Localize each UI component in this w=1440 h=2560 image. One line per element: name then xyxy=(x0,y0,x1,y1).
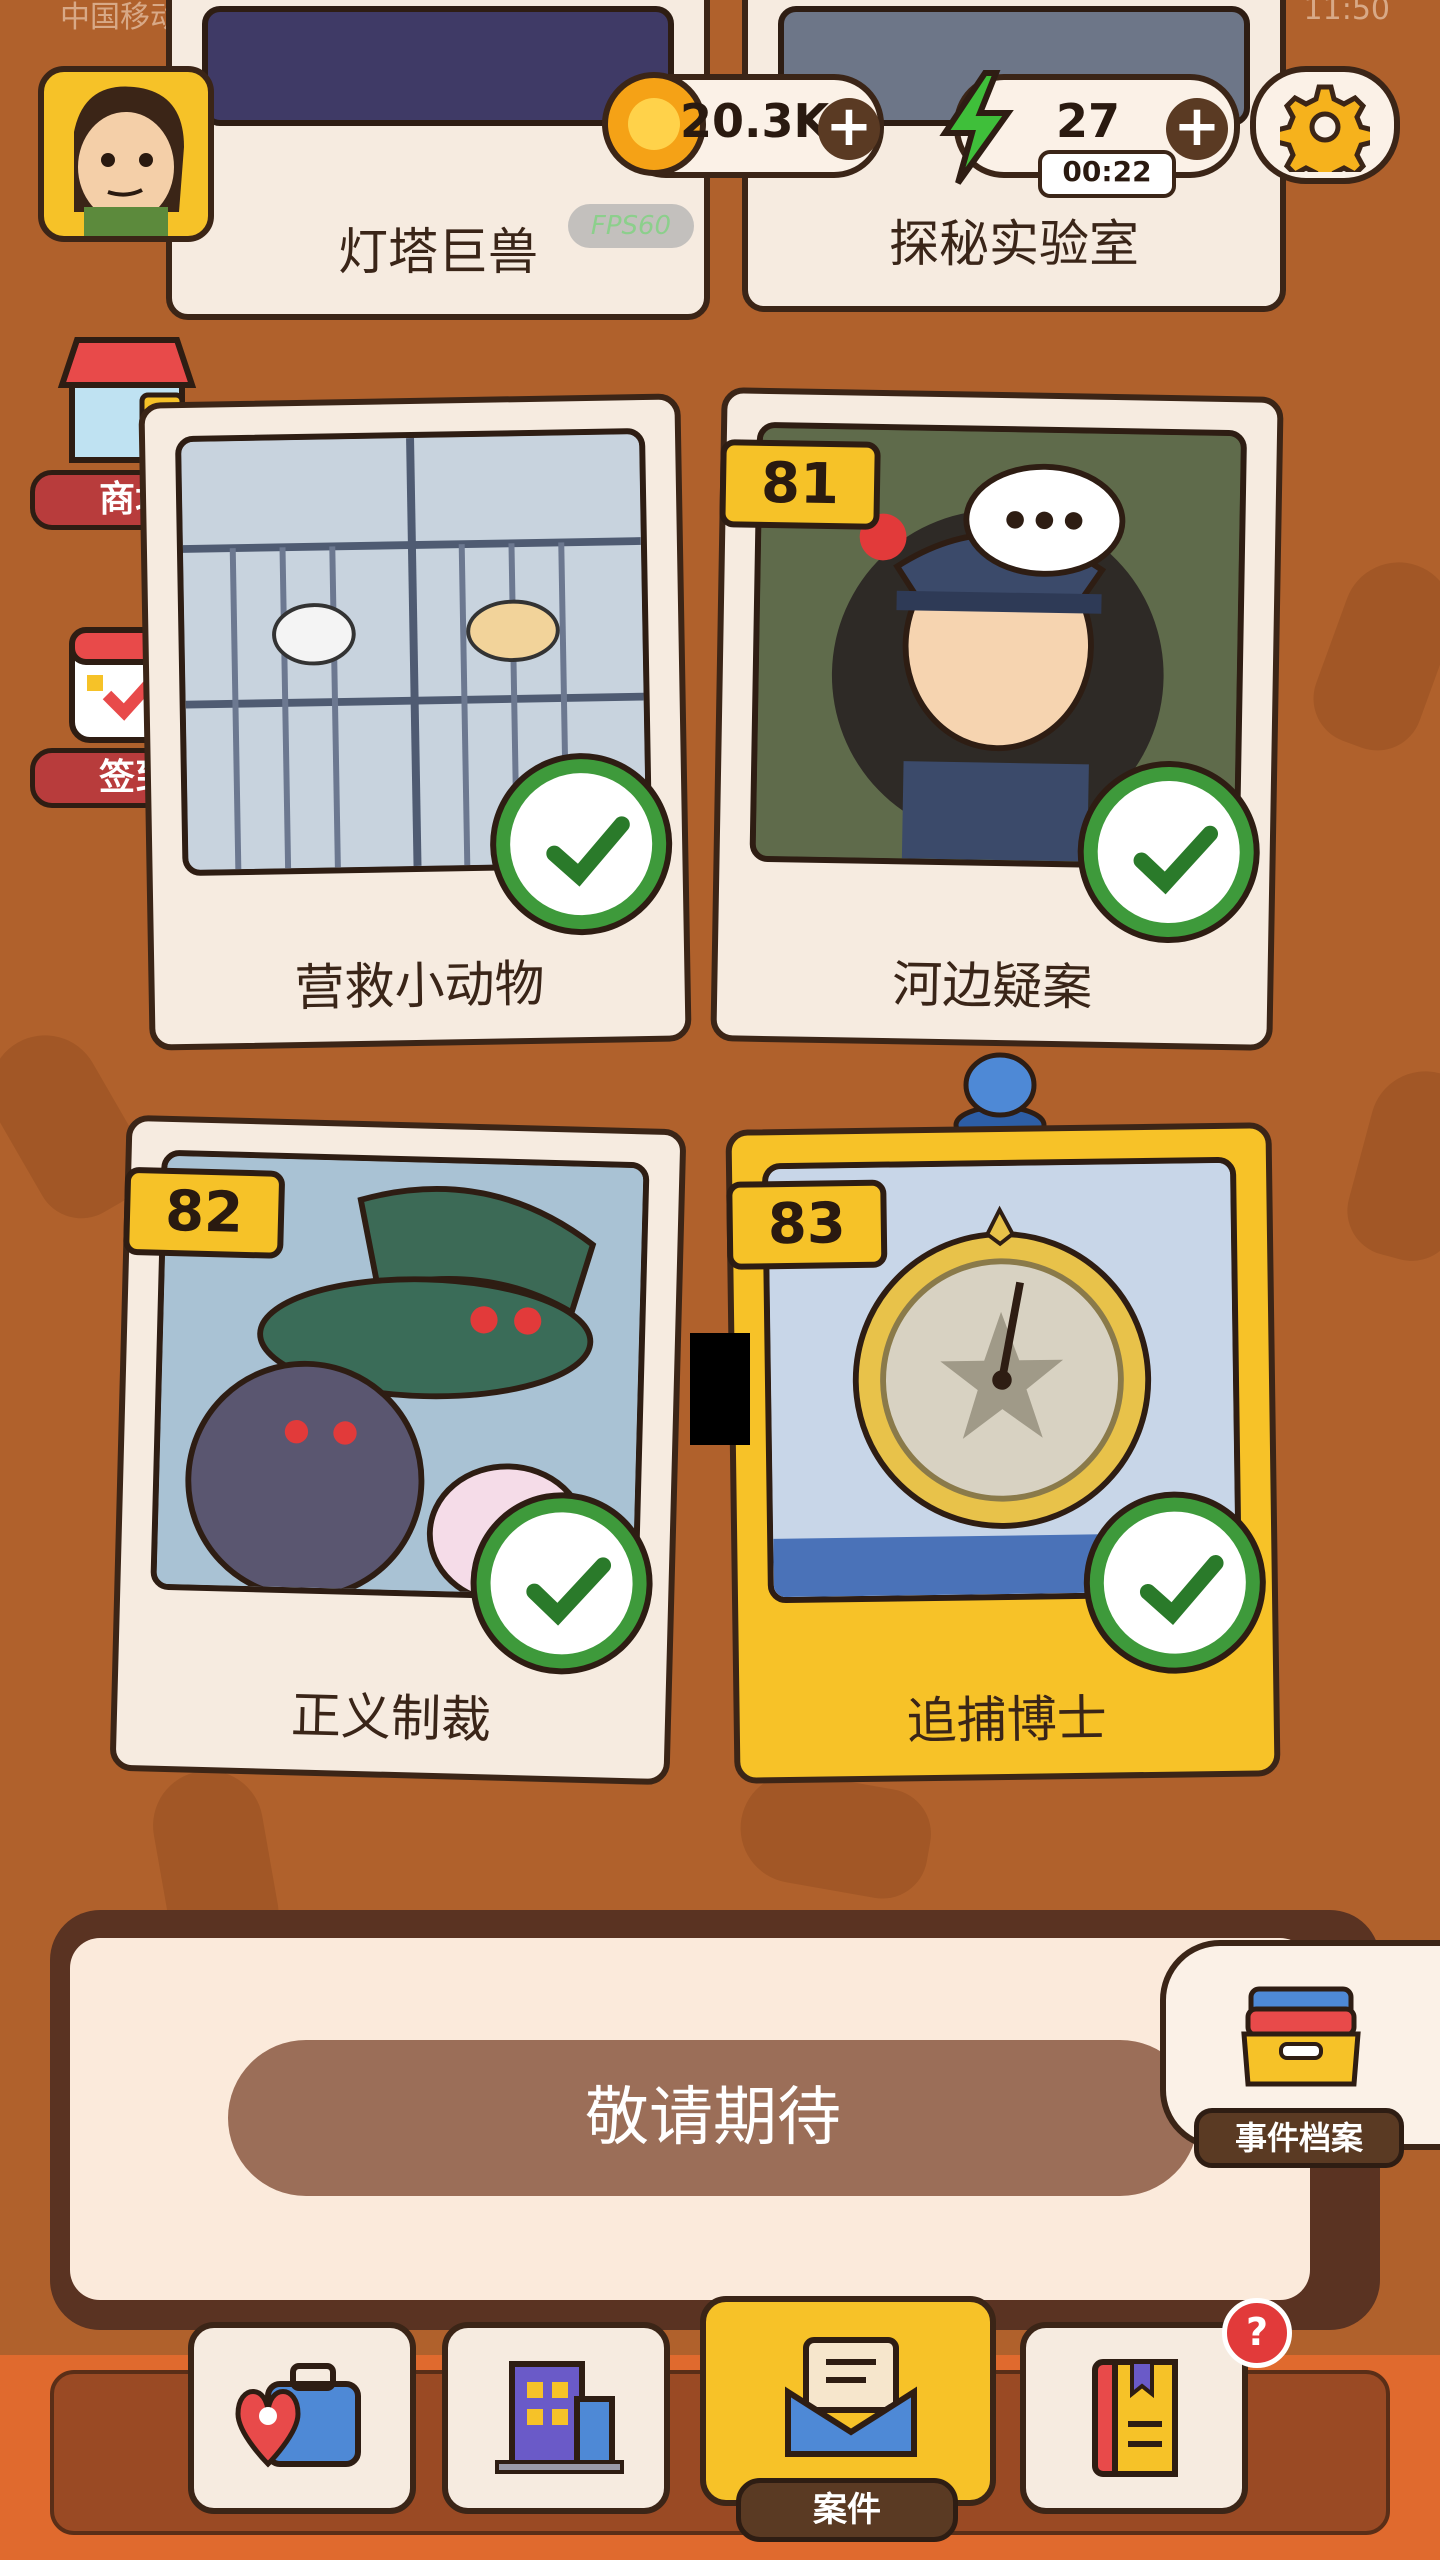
footprint-decoration xyxy=(1337,1059,1440,1271)
fps-indicator: FPS60 xyxy=(568,204,694,248)
case-card-82[interactable]: 82 正义制裁 xyxy=(109,1114,687,1786)
gear-icon xyxy=(1280,84,1370,172)
completed-check-icon xyxy=(1088,1496,1262,1669)
completed-check-icon xyxy=(1082,765,1256,939)
case-number: 83 xyxy=(726,1179,888,1270)
nav-cases-label: 案件 xyxy=(736,2478,958,2542)
coin-value: 20.3K xyxy=(680,94,830,148)
envelope-case-icon xyxy=(785,2337,917,2457)
case-number: 81 xyxy=(719,439,881,530)
footprint-decoration xyxy=(731,1764,939,1906)
nav-notebook-button[interactable] xyxy=(1020,2322,1248,2514)
file-tray-icon xyxy=(1241,1986,1361,2087)
case-art xyxy=(202,6,674,126)
case-card-80[interactable]: 80 营救小动物 xyxy=(138,393,692,1051)
completed-check-icon xyxy=(494,757,668,931)
player-avatar[interactable] xyxy=(38,66,214,242)
occlusion-block xyxy=(690,1333,750,1445)
footprint-decoration xyxy=(1300,546,1440,764)
lightning-icon xyxy=(939,70,1014,185)
clock-text: 11:50 xyxy=(1303,0,1390,27)
case-title: 探秘实验室 xyxy=(889,215,1139,273)
settings-button[interactable] xyxy=(1250,66,1400,184)
coming-soon-banner: 敬请期待 xyxy=(228,2040,1198,2196)
notebook-icon xyxy=(1092,2359,1178,2477)
energy-counter: 27 + 00:22 xyxy=(939,70,1240,198)
case-number: 82 xyxy=(123,1166,286,1259)
coin-counter: 20.3K + xyxy=(602,72,884,178)
case-card-83[interactable]: 83 追捕博士 xyxy=(725,1122,1281,1784)
help-badge[interactable]: ? xyxy=(1222,2298,1292,2368)
building-icon xyxy=(495,2361,624,2474)
nav-cases-button[interactable] xyxy=(700,2296,996,2506)
carrier-text: 中国移动 xyxy=(60,0,180,35)
nav-map-button[interactable] xyxy=(188,2322,416,2514)
energy-value: 27 xyxy=(1056,94,1121,148)
case-title: 正义制裁 xyxy=(290,1686,492,1750)
add-coins-button[interactable]: + xyxy=(818,98,880,160)
case-title: 追捕博士 xyxy=(906,1689,1108,1751)
add-energy-button[interactable]: + xyxy=(1166,98,1228,160)
case-card-81[interactable]: 81 河边疑案 xyxy=(710,387,1284,1051)
nav-building-button[interactable] xyxy=(442,2322,670,2514)
suitcase-map-icon xyxy=(235,2363,361,2468)
case-title: 营救小动物 xyxy=(294,954,546,1018)
detective-face-icon xyxy=(74,86,184,236)
case-archive-label: 事件档案 xyxy=(1194,2108,1404,2168)
case-title: 河边疑案 xyxy=(891,955,1093,1017)
energy-timer: 00:22 xyxy=(1038,150,1176,198)
